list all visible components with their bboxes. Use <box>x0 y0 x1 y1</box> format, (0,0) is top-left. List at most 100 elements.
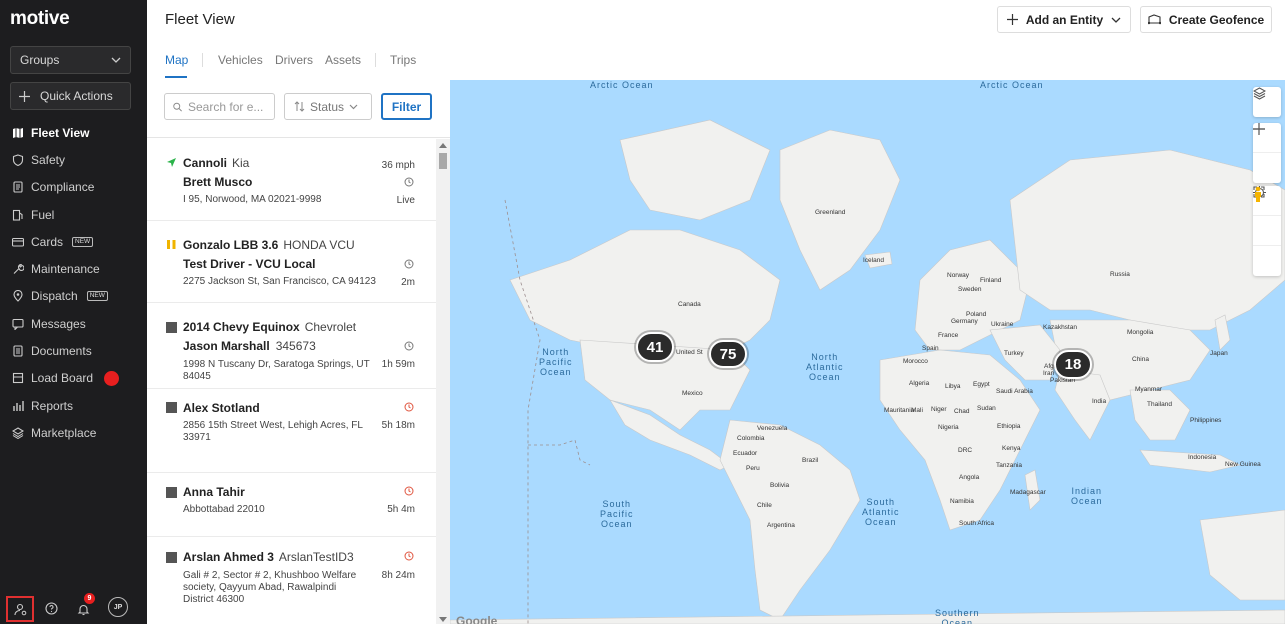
sidebar-item-maintenance[interactable]: Maintenance <box>0 255 147 282</box>
create-geofence-button[interactable]: Create Geofence <box>1140 6 1272 33</box>
sidebar-item-reports[interactable]: Reports <box>0 392 147 419</box>
sidebar-item-load-board[interactable]: Load Board <box>0 365 147 392</box>
user-admin-button[interactable] <box>6 596 34 622</box>
ocean-label: Arctic Ocean <box>980 80 1044 90</box>
avatar[interactable]: JP <box>108 597 128 617</box>
sidebar-item-label: Marketplace <box>31 425 97 440</box>
scroll-up-arrow-icon[interactable] <box>439 143 447 148</box>
place-label: Iceland <box>863 257 884 264</box>
place-label: France <box>938 332 959 339</box>
tab-drivers[interactable]: Drivers <box>275 53 313 67</box>
tab-vehicles[interactable]: Vehicles <box>218 53 263 67</box>
vehicle-cluster-marker[interactable]: 75 <box>709 340 747 368</box>
map-layers-control[interactable] <box>1253 87 1281 117</box>
place-label: Colombia <box>737 435 765 442</box>
place-label: Argentina <box>767 522 795 529</box>
tab-trips[interactable]: Trips <box>390 53 416 67</box>
list-scrollbar[interactable] <box>436 139 450 624</box>
clock-icon <box>404 177 414 187</box>
vehicle-address: 2856 15th Street West, Lehigh Acres, FL … <box>183 420 363 443</box>
place-label: Turkey <box>1004 350 1024 357</box>
sidebar-item-label: Messages <box>31 316 86 331</box>
vehicle-cluster-marker[interactable]: 41 <box>636 332 674 362</box>
ocean-label: South Atlantic Ocean <box>862 497 900 527</box>
list-item[interactable]: Arslan Ahmed 3 ArslanTestID3 Gali # 2, Se… <box>147 537 436 624</box>
list-item[interactable]: Gonzalo LBB 3.6 HONDA VCU Test Driver - V… <box>147 221 436 303</box>
vehicle-name: Alex Stotland <box>183 401 260 415</box>
alert-clock-icon <box>404 402 414 412</box>
help-icon <box>44 601 58 615</box>
place-label: Ethiopia <box>997 423 1021 430</box>
last-update-time: 5h 4m <box>387 504 415 515</box>
layers-icon <box>1253 87 1266 100</box>
search-box[interactable] <box>164 93 275 120</box>
place-label: Germany <box>951 318 978 325</box>
sidebar-item-safety[interactable]: Safety <box>0 146 147 173</box>
place-label: Ukraine <box>991 321 1014 328</box>
list-item[interactable]: 2014 Chevy Equinox Chevrolet Jason Marsha… <box>147 303 436 389</box>
quick-actions-label: Quick Actions <box>40 89 113 103</box>
motive-logo[interactable]: motive <box>10 8 70 30</box>
plus-icon <box>1006 14 1018 25</box>
vehicle-address: Gali # 2, Sector # 2, Khushboo Welfare s… <box>183 570 357 605</box>
list-item[interactable]: Anna Tahir Abbottabad 22010 5h 4m <box>147 473 436 537</box>
last-update-time: 1h 59m <box>381 359 415 370</box>
recenter-button[interactable] <box>1253 186 1281 246</box>
driver-name-line: Jason Marshall 345673 <box>183 339 316 353</box>
place-label: Greenland <box>815 209 846 216</box>
place-label: Peru <box>746 465 760 472</box>
place-label: Norway <box>947 272 970 279</box>
sidebar-item-compliance[interactable]: Compliance <box>0 174 147 201</box>
search-input[interactable] <box>188 99 266 114</box>
vehicle-name: Cannoli <box>183 156 227 170</box>
last-update-time: Live <box>396 195 415 206</box>
scroll-thumb[interactable] <box>439 153 447 169</box>
stopped-square-icon <box>166 322 177 333</box>
chevron-down-icon <box>349 104 358 109</box>
help-button[interactable] <box>42 599 60 617</box>
place-label: Namibia <box>950 498 974 505</box>
plus-icon <box>19 90 30 102</box>
place-label: Libya <box>945 383 961 390</box>
status-dropdown[interactable]: Status <box>284 93 372 120</box>
list-item[interactable]: Alex Stotland 2856 15th Street West, Leh… <box>147 389 436 473</box>
street-view-button[interactable] <box>1253 186 1281 276</box>
sidebar-item-cards[interactable]: Cards NEW <box>0 228 147 255</box>
scroll-down-arrow-icon[interactable] <box>439 617 447 622</box>
fleet-map[interactable]: Arctic Ocean Arctic Ocean North Pacific … <box>450 80 1285 624</box>
layers-button[interactable] <box>1253 87 1281 117</box>
sidebar-item-dispatch[interactable]: Dispatch NEW <box>0 283 147 310</box>
world-map-graphic <box>450 119 1285 624</box>
place-label: Saudi Arabia <box>996 388 1033 395</box>
notifications-button[interactable]: 9 <box>73 593 95 619</box>
geofence-icon <box>1147 14 1161 25</box>
pegman-icon <box>1255 186 1261 202</box>
sidebar-nav: Fleet View Safety Compliance Fuel Cards … <box>0 119 147 447</box>
filter-button[interactable]: Filter <box>381 93 432 120</box>
sidebar-item-fuel[interactable]: Fuel <box>0 201 147 228</box>
place-label: Canada <box>678 301 701 308</box>
tab-map[interactable]: Map <box>165 53 188 67</box>
quick-actions-button[interactable]: Quick Actions <box>10 82 131 110</box>
tab-assets[interactable]: Assets <box>325 53 361 67</box>
sidebar-item-fleet-view[interactable]: Fleet View <box>0 119 147 146</box>
list-item[interactable]: Cannoli Kia Brett Musco I 95, Norwood, MA… <box>147 139 436 221</box>
place-label: Mongolia <box>1127 329 1154 336</box>
sidebar-item-messages[interactable]: Messages <box>0 310 147 337</box>
sidebar-item-marketplace[interactable]: Marketplace <box>0 419 147 446</box>
truck-icon <box>11 372 24 385</box>
vehicle-name-line: Cannoli Kia <box>183 156 249 170</box>
vehicle-cluster-marker[interactable]: 18 <box>1054 350 1092 379</box>
place-label: Ecuador <box>733 450 758 457</box>
view-tabs: Map Vehicles Drivers Assets Trips <box>147 40 450 80</box>
add-entity-button[interactable]: Add an Entity <box>997 6 1131 33</box>
sidebar: motive Groups Quick Actions Fleet View S… <box>0 0 147 624</box>
sidebar-item-documents[interactable]: Documents <box>0 337 147 364</box>
stopped-square-icon <box>166 402 177 413</box>
zoom-out-button[interactable] <box>1253 128 1281 183</box>
place-label: Philippines <box>1190 417 1222 424</box>
ocean-label: Southern Ocean <box>935 608 980 624</box>
vehicle-list: Cannoli Kia Brett Musco I 95, Norwood, MA… <box>147 139 436 624</box>
groups-dropdown[interactable]: Groups <box>10 46 131 74</box>
place-label: Angola <box>959 474 980 481</box>
